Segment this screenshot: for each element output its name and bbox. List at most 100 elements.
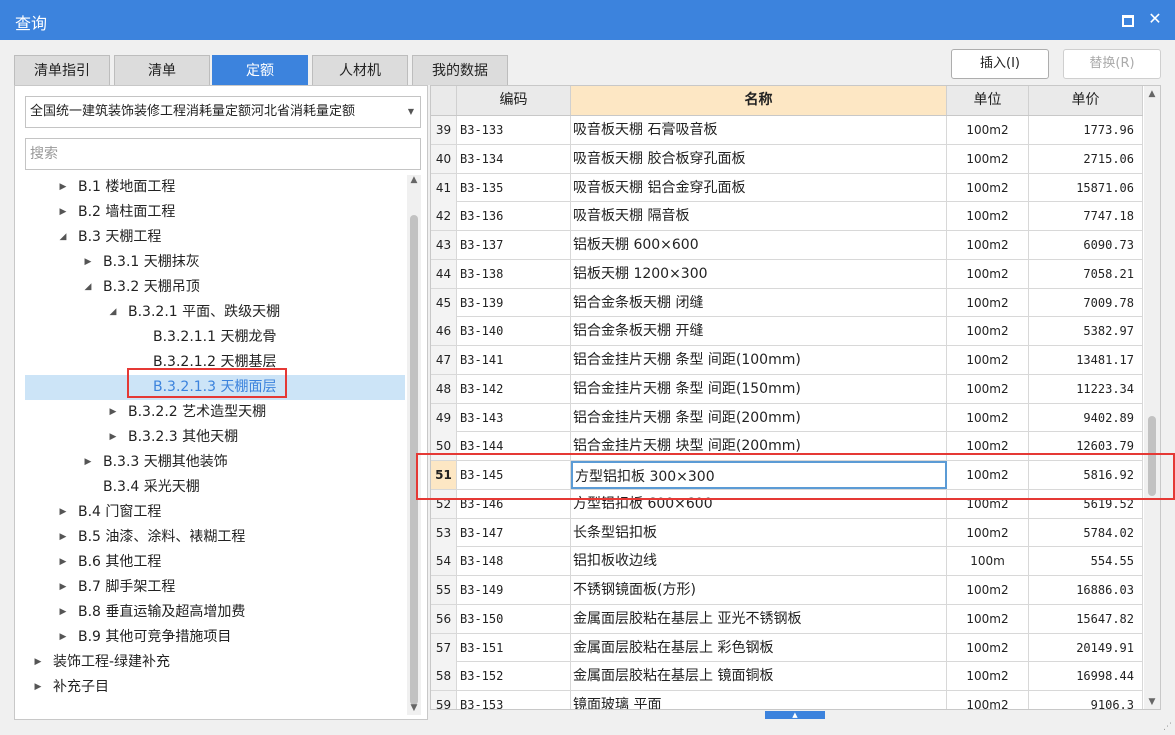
price-cell[interactable]: 2715.06 — [1029, 144, 1143, 173]
tree-node[interactable]: ◢ B.3 天棚工程 — [25, 225, 405, 250]
name-cell[interactable]: 铝扣板收边线 — [571, 547, 947, 576]
collapsed-arrow-icon[interactable]: ▶ — [108, 400, 118, 425]
row-index-cell[interactable]: 39 — [431, 116, 457, 144]
name-cell[interactable]: 铝合金挂片天棚 条型 间距(150mm) — [571, 374, 947, 403]
tree-node[interactable]: B.3.4 采光天棚 — [25, 475, 405, 500]
tree-node[interactable]: ▶ B.3.2.2 艺术造型天棚 — [25, 400, 405, 425]
unit-cell[interactable]: 100m2 — [947, 633, 1029, 662]
tree-node[interactable]: ▶ B.2 墙柱面工程 — [25, 200, 405, 225]
name-cell[interactable]: 吸音板天棚 石膏吸音板 — [571, 116, 947, 144]
price-cell[interactable]: 1773.96 — [1029, 116, 1143, 144]
name-cell[interactable]: 铝合金挂片天棚 条型 间距(100mm) — [571, 346, 947, 374]
row-index-cell[interactable]: 40 — [431, 144, 457, 173]
code-cell[interactable]: B3-143 — [457, 403, 571, 432]
unit-cell[interactable]: 100m2 — [947, 288, 1029, 317]
table-row[interactable]: 48 B3-142 铝合金挂片天棚 条型 间距(150mm) 100m2 11223.3… — [431, 374, 1143, 404]
tree-node[interactable]: ▶ B.5 油漆、涂料、裱糊工程 — [25, 525, 405, 550]
name-cell[interactable]: 金属面层胶粘在基层上 亚光不锈钢板 — [571, 604, 947, 633]
tree-node[interactable]: ▶ B.7 脚手架工程 — [25, 575, 405, 600]
collapsed-arrow-icon[interactable]: ▶ — [58, 625, 68, 650]
code-cell[interactable]: B3-151 — [457, 633, 571, 662]
collapsed-arrow-icon[interactable]: ▶ — [58, 600, 68, 625]
unit-cell[interactable]: 100m2 — [947, 259, 1029, 288]
table-row[interactable]: 41 B3-135 吸音板天棚 铝合金穿孔面板 100m2 15871.06 — [431, 173, 1143, 203]
tab-quota[interactable]: 定额 — [212, 55, 308, 85]
row-index-cell[interactable]: 58 — [431, 662, 457, 691]
row-index-cell[interactable]: 48 — [431, 374, 457, 403]
unit-cell[interactable]: 100m2 — [947, 116, 1029, 144]
code-cell[interactable]: B3-133 — [457, 116, 571, 144]
collapsed-arrow-icon[interactable]: ▶ — [83, 450, 93, 475]
row-index-cell[interactable]: 59 — [431, 691, 457, 709]
tree-node[interactable]: ▶ 装饰工程-绿建补充 — [25, 650, 405, 675]
header-code[interactable]: 编码 — [457, 86, 571, 115]
resize-grip-icon[interactable]: ⋰ — [1163, 722, 1172, 732]
price-cell[interactable]: 9402.89 — [1029, 403, 1143, 432]
unit-cell[interactable]: 100m2 — [947, 691, 1029, 709]
table-row[interactable]: 59 B3-153 镜面玻璃 平面 100m2 9106.3 — [431, 691, 1143, 709]
collapsed-arrow-icon[interactable]: ▶ — [58, 200, 68, 225]
row-index-cell[interactable]: 44 — [431, 259, 457, 288]
name-cell[interactable]: 铝合金条板天棚 开缝 — [571, 317, 947, 346]
tree-node[interactable]: ▶ B.8 垂直运输及超高增加费 — [25, 600, 405, 625]
name-cell[interactable]: 长条型铝扣板 — [571, 518, 947, 547]
table-scrollbar[interactable]: ▲ ▼ — [1144, 86, 1160, 709]
price-cell[interactable]: 7747.18 — [1029, 202, 1143, 231]
price-cell[interactable]: 15871.06 — [1029, 173, 1143, 202]
table-row[interactable]: 53 B3-147 长条型铝扣板 100m2 5784.02 — [431, 518, 1143, 548]
table-row[interactable]: 42 B3-136 吸音板天棚 隔音板 100m2 7747.18 — [431, 202, 1143, 231]
expanded-arrow-icon[interactable]: ◢ — [58, 225, 68, 250]
tab-labor-material[interactable]: 人材机 — [312, 55, 408, 85]
table-row[interactable]: 54 B3-148 铝扣板收边线 100m 554.55 — [431, 547, 1143, 576]
price-cell[interactable]: 16998.44 — [1029, 662, 1143, 691]
row-index-cell[interactable]: 47 — [431, 346, 457, 374]
code-cell[interactable]: B3-150 — [457, 604, 571, 633]
code-cell[interactable]: B3-140 — [457, 317, 571, 346]
price-cell[interactable]: 5382.97 — [1029, 317, 1143, 346]
table-row[interactable]: 44 B3-138 铝板天棚 1200×300 100m2 7058.21 — [431, 259, 1143, 289]
collapsed-arrow-icon[interactable]: ▶ — [108, 425, 118, 450]
unit-cell[interactable]: 100m2 — [947, 576, 1029, 604]
header-unit[interactable]: 单位 — [947, 86, 1029, 115]
name-cell[interactable]: 铝板天棚 1200×300 — [571, 259, 947, 288]
row-index-cell[interactable]: 43 — [431, 231, 457, 259]
row-index-cell[interactable]: 54 — [431, 547, 457, 576]
insert-button[interactable]: 插入(I) — [951, 49, 1049, 79]
unit-cell[interactable]: 100m2 — [947, 144, 1029, 173]
unit-cell[interactable]: 100m — [947, 547, 1029, 576]
price-cell[interactable]: 9106.3 — [1029, 691, 1143, 709]
row-index-cell[interactable]: 57 — [431, 633, 457, 662]
unit-cell[interactable]: 100m2 — [947, 662, 1029, 691]
unit-cell[interactable]: 100m2 — [947, 518, 1029, 547]
code-cell[interactable]: B3-142 — [457, 374, 571, 403]
price-cell[interactable]: 15647.82 — [1029, 604, 1143, 633]
price-cell[interactable]: 16886.03 — [1029, 576, 1143, 604]
library-select[interactable]: 全国统一建筑装饰装修工程消耗量定额河北省消耗量定额 ▼ — [25, 96, 421, 128]
scroll-up-icon[interactable]: ▲ — [1144, 89, 1160, 99]
code-cell[interactable]: B3-153 — [457, 691, 571, 709]
code-cell[interactable]: B3-147 — [457, 518, 571, 547]
name-cell[interactable]: 吸音板天棚 胶合板穿孔面板 — [571, 144, 947, 173]
code-cell[interactable]: B3-136 — [457, 202, 571, 231]
name-cell[interactable]: 金属面层胶粘在基层上 镜面铜板 — [571, 662, 947, 691]
unit-cell[interactable]: 100m2 — [947, 403, 1029, 432]
tree-node[interactable]: ▶ 补充子目 — [25, 675, 405, 700]
code-cell[interactable]: B3-139 — [457, 288, 571, 317]
tab-bill-guide[interactable]: 清单指引 — [14, 55, 110, 85]
tree-node[interactable]: ▶ B.9 其他可竞争措施项目 — [25, 625, 405, 650]
code-cell[interactable]: B3-149 — [457, 576, 571, 604]
tree-node[interactable]: ▶ B.3.3 天棚其他装饰 — [25, 450, 405, 475]
scroll-down-icon[interactable]: ▼ — [407, 703, 421, 713]
name-cell[interactable]: 铝合金挂片天棚 条型 间距(200mm) — [571, 403, 947, 432]
table-row[interactable]: 58 B3-152 金属面层胶粘在基层上 镜面铜板 100m2 16998.44 — [431, 662, 1143, 691]
table-row[interactable]: 56 B3-150 金属面层胶粘在基层上 亚光不锈钢板 100m2 15647.82 — [431, 604, 1143, 634]
splitter-grip-icon[interactable]: ▲ — [765, 711, 825, 719]
table-row[interactable]: 39 B3-133 吸音板天棚 石膏吸音板 100m2 1773.96 — [431, 116, 1143, 145]
code-cell[interactable]: B3-134 — [457, 144, 571, 173]
row-index-cell[interactable]: 41 — [431, 173, 457, 202]
table-row[interactable]: 47 B3-141 铝合金挂片天棚 条型 间距(100mm) 100m2 13481.1… — [431, 346, 1143, 375]
tab-my-data[interactable]: 我的数据 — [412, 55, 508, 85]
price-cell[interactable]: 5784.02 — [1029, 518, 1143, 547]
search-input[interactable]: 搜索 — [25, 138, 421, 170]
tree-scrollbar[interactable]: ▲ ▼ — [407, 175, 421, 715]
